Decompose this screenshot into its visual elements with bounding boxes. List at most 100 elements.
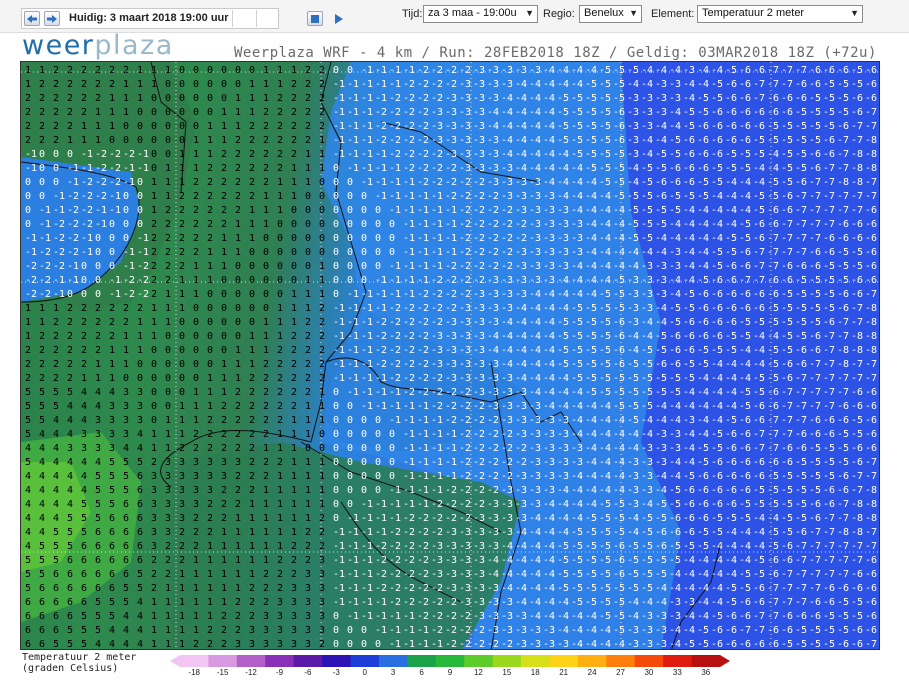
- temperature-value-label: -8: [851, 499, 863, 510]
- next-button[interactable]: [44, 11, 60, 26]
- temperature-value-label: -4: [683, 233, 695, 244]
- temperature-value-label: -6: [795, 443, 807, 454]
- temperature-value-label: 1: [207, 247, 213, 258]
- temperature-value-label: -2: [137, 289, 149, 300]
- temperature-value-label: 0: [109, 247, 115, 258]
- temperature-value-label: -5: [655, 387, 667, 398]
- temperature-value-label: 1: [291, 499, 297, 510]
- temperature-value-label: -3: [487, 359, 499, 370]
- region-select-value: Benelux: [584, 7, 624, 19]
- temperature-value-label: -5: [557, 345, 569, 356]
- temperature-value-label: -6: [739, 107, 751, 118]
- temperature-value-label: -2: [417, 79, 429, 90]
- temperature-value-label: 1: [263, 79, 269, 90]
- temperature-value-label: 2: [263, 387, 269, 398]
- temperature-value-label: -1: [137, 149, 149, 160]
- temperature-value-label: 2: [109, 79, 115, 90]
- temperature-value-label: 1: [123, 79, 129, 90]
- temperature-value-label: -2: [417, 289, 429, 300]
- legend-color-swatch: [208, 655, 238, 667]
- temperature-value-label: 6: [137, 513, 143, 524]
- temperature-value-label: -3: [641, 485, 653, 496]
- weerplaza-logo[interactable]: weerplaza: [22, 30, 174, 61]
- temperature-value-label: -6: [697, 471, 709, 482]
- temperature-value-label: -5: [739, 219, 751, 230]
- temperature-value-label: 4: [81, 415, 87, 426]
- temperature-value-label: -7: [753, 261, 765, 272]
- legend-color-swatch: [663, 655, 693, 667]
- temperature-value-label: 0: [179, 345, 185, 356]
- temperature-value-label: -4: [669, 415, 681, 426]
- temperature-value-label: 1: [221, 247, 227, 258]
- temperature-map[interactable]: 1 1 2 2 2 2 2 2 1 1 1 0 0 0 0 0 0 1 1 1 2 2 0 0 -1 -1 -1 -1 -2 -2 -2 -2…: [20, 61, 880, 650]
- temperature-value-label: -6: [725, 107, 737, 118]
- temperature-value-label: -6: [655, 359, 667, 370]
- temperature-value-label: -2: [431, 149, 443, 160]
- temperature-value-label: -2: [431, 597, 443, 608]
- play-button[interactable]: [330, 11, 346, 26]
- temperature-value-label: -6: [753, 471, 765, 482]
- temperature-value-label: -5: [739, 513, 751, 524]
- temperature-value-label: -6: [613, 107, 625, 118]
- temperature-value-label: 6: [109, 583, 115, 594]
- temperature-value-label: -6: [697, 149, 709, 160]
- temperature-value-label: -6: [809, 247, 821, 258]
- temperature-value-label: 2: [25, 107, 31, 118]
- temperature-value-label: -7: [795, 373, 807, 384]
- temperature-value-label: -1: [333, 345, 345, 356]
- temperature-value-label: -5: [655, 373, 667, 384]
- temperature-value-label: -2: [459, 261, 471, 272]
- temperature-value-label: -5: [627, 233, 639, 244]
- temperature-value-label: 2: [39, 345, 45, 356]
- region-select[interactable]: Benelux ▼: [579, 5, 642, 23]
- temperature-value-label: -6: [837, 415, 849, 426]
- temperature-value-label: 0: [53, 149, 59, 160]
- temperature-value-label: -1: [417, 205, 429, 216]
- temperature-value-label: 0: [361, 457, 367, 468]
- temperature-value-label: -6: [613, 569, 625, 580]
- temperature-value-label: -4: [711, 415, 723, 426]
- temperature-value-label: 2: [319, 303, 325, 314]
- temperature-value-label: 2: [39, 79, 45, 90]
- temperature-value-label: 0: [207, 331, 213, 342]
- temperature-value-label: 2: [25, 93, 31, 104]
- temperature-value-label: -4: [557, 597, 569, 608]
- temperature-value-label: 2: [263, 569, 269, 580]
- temperature-value-label: -6: [795, 177, 807, 188]
- previous-button[interactable]: [24, 11, 40, 26]
- temperature-value-label: -1: [109, 275, 121, 286]
- temperature-value-label: 1: [207, 373, 213, 384]
- temperature-value-label: -6: [739, 261, 751, 272]
- temperature-value-label: -6: [879, 401, 880, 412]
- temperature-value-label: -4: [543, 331, 555, 342]
- temperature-value-label: -5: [781, 331, 793, 342]
- temperature-value-label: -1: [123, 247, 135, 258]
- temperature-value-label: -7: [753, 93, 765, 104]
- temperature-value-label: -4: [529, 527, 541, 538]
- temperature-value-label: -5: [585, 513, 597, 524]
- temperature-value-label: -7: [739, 625, 751, 636]
- temperature-value-label: -1: [361, 359, 373, 370]
- temperature-value-label: -6: [851, 569, 863, 580]
- temperature-value-label: -4: [585, 233, 597, 244]
- temperature-value-label: -6: [837, 65, 849, 76]
- element-select[interactable]: Temperatuur 2 meter ▼: [697, 5, 863, 23]
- temperature-value-label: -5: [781, 303, 793, 314]
- temperature-value-label: -1: [361, 65, 373, 76]
- temperature-value-label: 0: [305, 233, 311, 244]
- temperature-value-label: -2: [473, 625, 485, 636]
- temperature-value-label: -4: [669, 219, 681, 230]
- temperature-value-label: -3: [473, 289, 485, 300]
- temperature-value-label: -4: [571, 485, 583, 496]
- temperature-value-label: -2: [515, 443, 527, 454]
- temperature-value-label: 6: [123, 569, 129, 580]
- temperature-value-label: -6: [725, 135, 737, 146]
- temperature-value-label: -3: [515, 429, 527, 440]
- temperature-value-label: -6: [879, 415, 880, 426]
- temperature-value-label: 1: [263, 93, 269, 104]
- time-select[interactable]: za 3 maa - 19:00u ▼: [423, 5, 538, 23]
- temperature-value-label: -4: [669, 233, 681, 244]
- temperature-value-label: -2: [431, 373, 443, 384]
- stop-button[interactable]: [307, 11, 323, 26]
- temperature-value-label: -6: [739, 429, 751, 440]
